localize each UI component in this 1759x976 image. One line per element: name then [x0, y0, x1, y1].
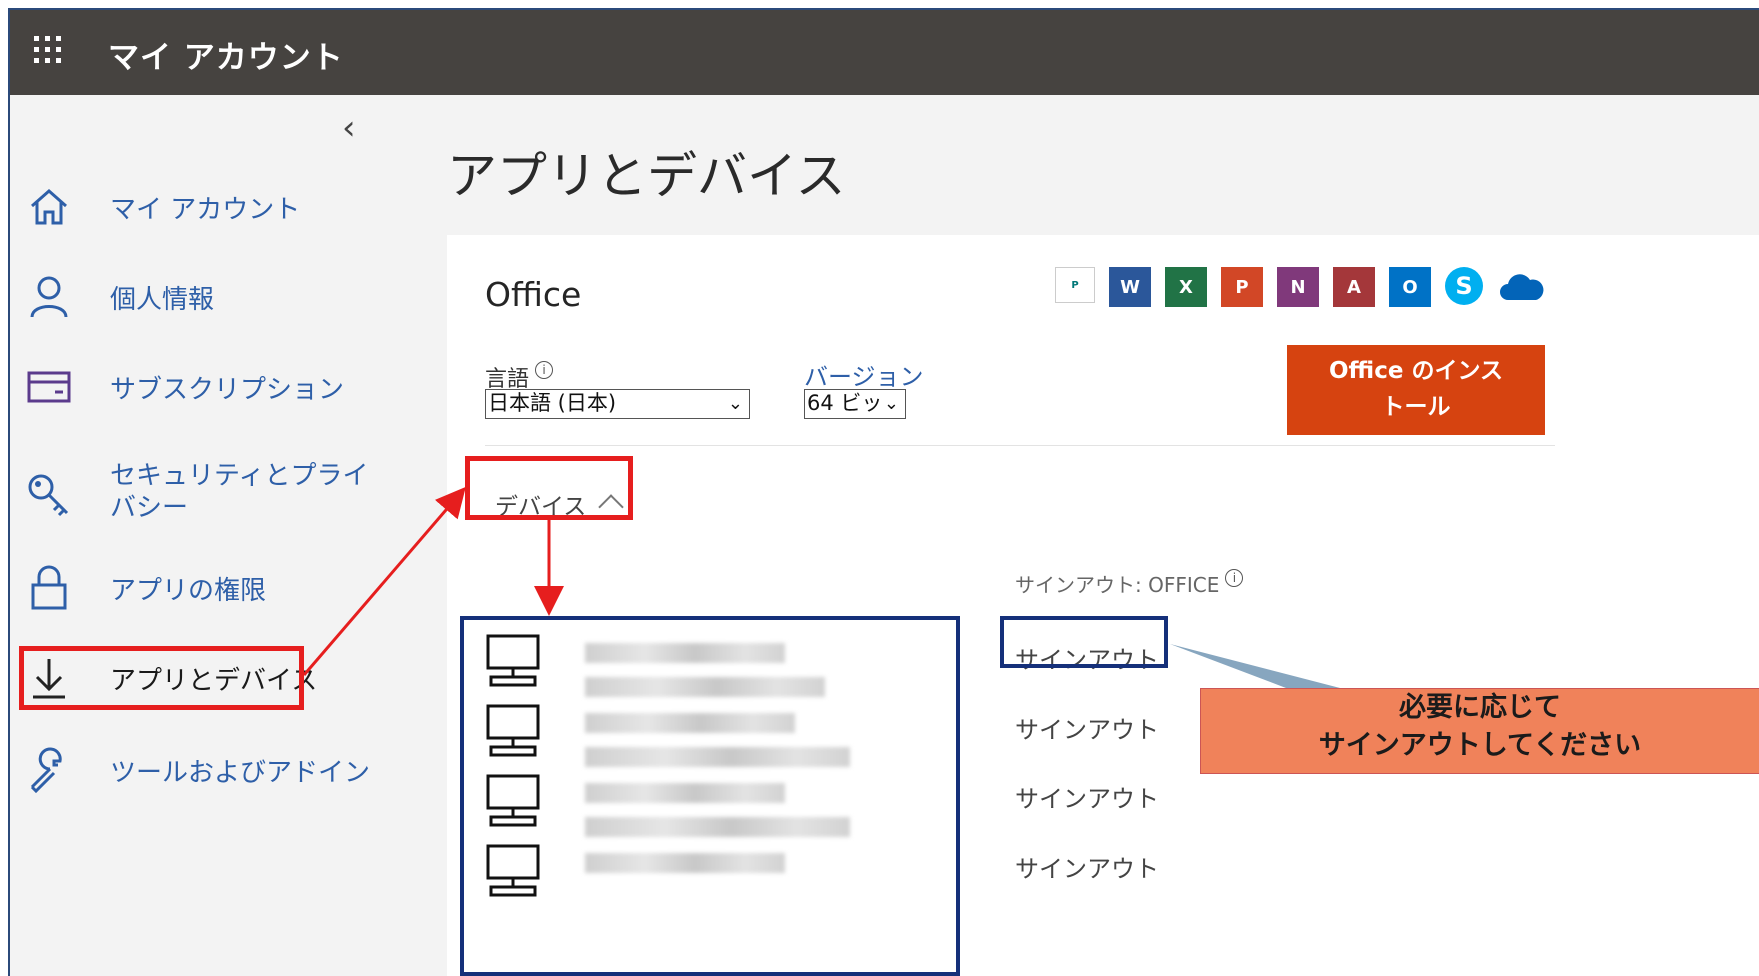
- callout-pointer: [1170, 644, 1340, 688]
- annotation-arrows: [302, 486, 1340, 688]
- callout-line-1: 必要に応じて: [1399, 692, 1561, 723]
- arrow-to-devices: [302, 486, 466, 676]
- annotation-callout: 必要に応じて サインアウトしてください: [1200, 688, 1759, 774]
- callout-line-2: サインアウトしてください: [1318, 730, 1642, 761]
